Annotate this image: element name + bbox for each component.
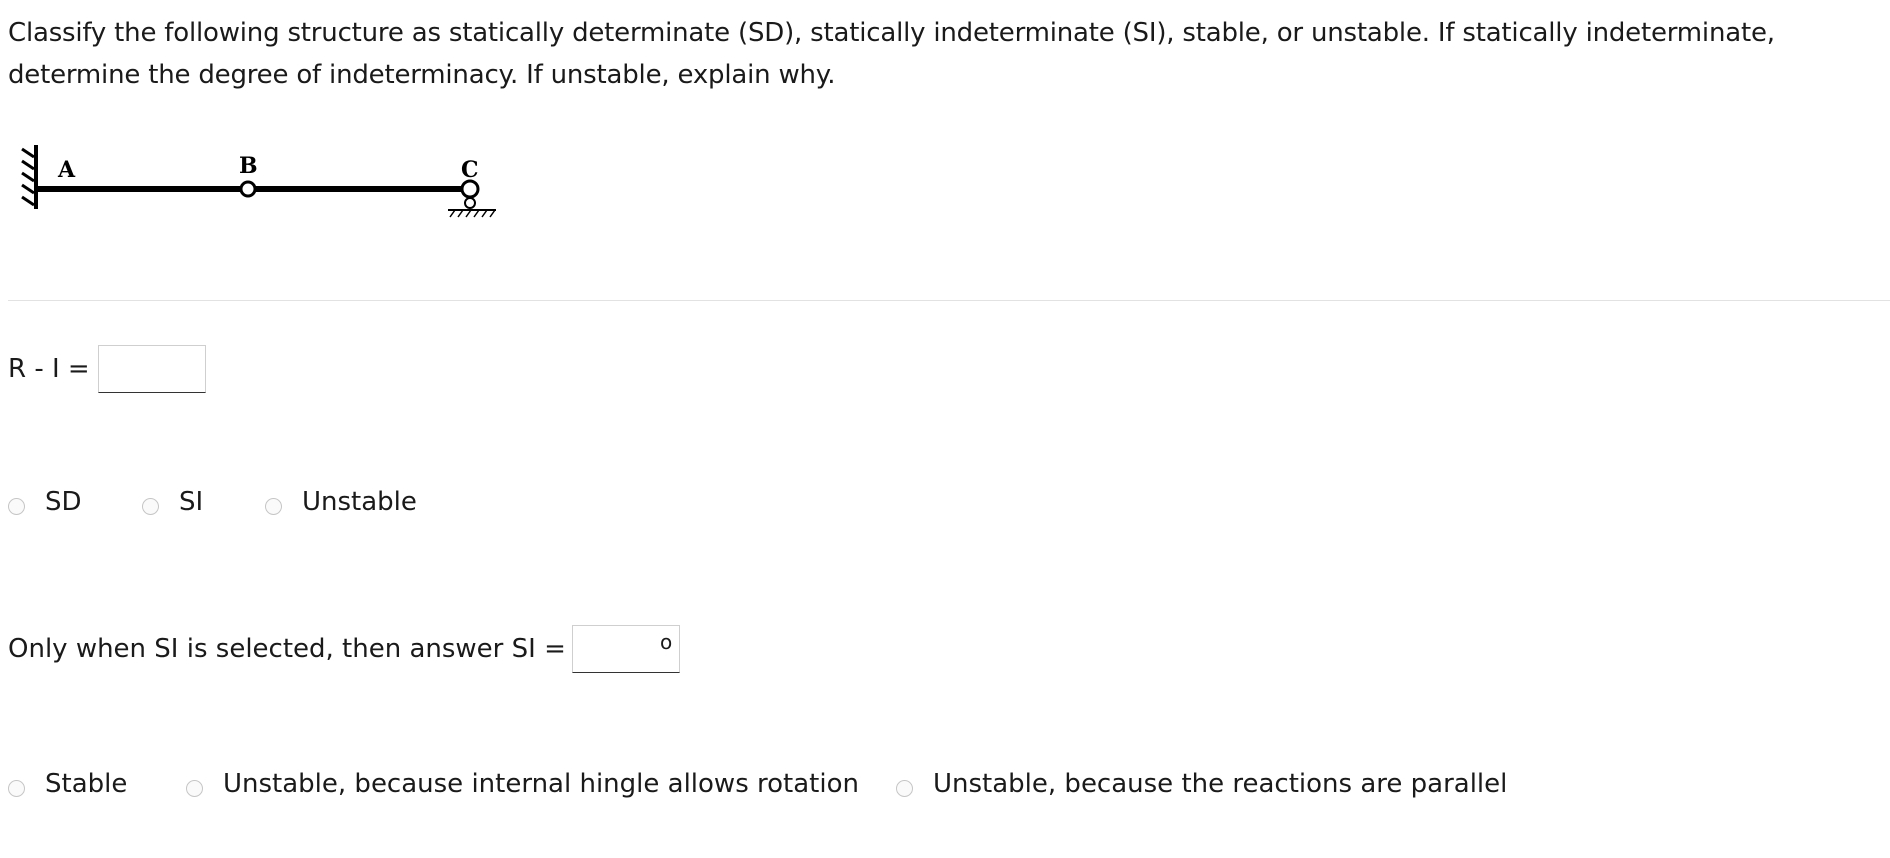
stable-label: Stable	[45, 769, 128, 799]
unstable-radio[interactable]	[265, 497, 282, 515]
si-answer-row: Only when SI is selected, then answer SI…	[8, 625, 680, 673]
unstable-hinge-label: Unstable, because internal hingle allows…	[223, 769, 859, 799]
label-a: A	[57, 157, 76, 183]
r-minus-i-row: R - I =	[8, 345, 206, 393]
option-sd[interactable]: SD	[8, 482, 82, 522]
sd-label: SD	[45, 487, 82, 517]
beam-structure-diagram: A B C	[21, 145, 496, 218]
option-unstable-hinge[interactable]: Unstable, because internal hingle allows…	[186, 764, 859, 804]
unstable-label: Unstable	[302, 487, 417, 517]
sd-radio[interactable]	[8, 497, 25, 515]
r-minus-i-input[interactable]	[97, 345, 206, 393]
option-unstable-parallel[interactable]: Unstable, because the reactions are para…	[896, 764, 1507, 804]
section-divider	[8, 300, 1890, 301]
fixed-support-a	[21, 145, 38, 209]
unstable-parallel-radio[interactable]	[896, 779, 913, 797]
unstable-hinge-radio[interactable]	[186, 779, 203, 797]
internal-hinge-b	[239, 180, 257, 198]
si-answer-label: Only when SI is selected, then answer SI…	[8, 634, 566, 664]
label-c: C	[461, 157, 479, 183]
option-si[interactable]: SI	[142, 482, 203, 522]
r-minus-i-label: R - I =	[8, 354, 90, 384]
degree-symbol: o	[660, 630, 673, 654]
si-radio[interactable]	[142, 497, 159, 515]
unstable-parallel-label: Unstable, because the reactions are para…	[933, 769, 1508, 799]
stable-radio[interactable]	[8, 779, 25, 797]
question-text: Classify the following structure as stat…	[8, 18, 1775, 90]
option-unstable[interactable]: Unstable	[265, 482, 417, 522]
question-page: Classify the following structure as stat…	[0, 0, 1890, 858]
label-b: B	[239, 153, 258, 179]
si-label: SI	[179, 487, 204, 517]
option-stable[interactable]: Stable	[8, 764, 127, 804]
